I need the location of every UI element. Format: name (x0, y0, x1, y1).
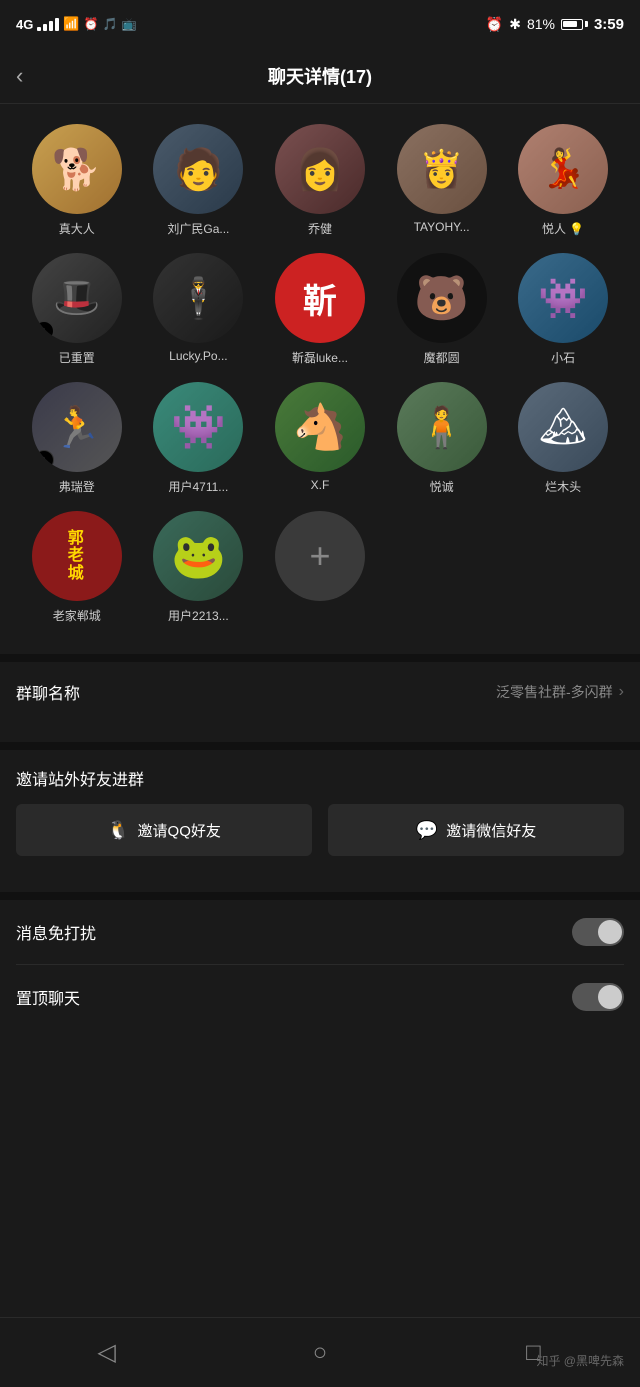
member-item[interactable]: 👾用户4711... (138, 382, 260, 495)
members-section: 🐕真大人🧑刘广民Ga...👩乔健👸TAYOHY...💃悦人 💡🎩♪已重置🕴Luc… (0, 104, 640, 634)
invite-wechat-label: 邀请微信好友 (446, 820, 536, 841)
member-name: 用户2213... (168, 607, 229, 624)
section-divider-2 (0, 742, 640, 750)
member-item[interactable]: 靳靳磊luke... (259, 253, 381, 366)
member-item[interactable]: 🐸用户2213... (138, 511, 260, 624)
signal-icon (37, 18, 59, 31)
bottom-nav: ◁ ○ □ 知乎 @黑啤先森 (0, 1317, 640, 1387)
section-divider-3 (0, 892, 640, 900)
member-name: 老家郸城 (53, 607, 101, 624)
member-name: 魔都圆 (424, 349, 460, 366)
home-nav-button[interactable]: ○ (290, 1323, 350, 1383)
tiktok-status-icon: ⏰ (84, 17, 99, 31)
qq-icon: 🐧 (107, 820, 129, 841)
member-name: 用户4711... (168, 478, 228, 495)
member-item[interactable]: 🧑刘广民Ga... (138, 124, 260, 237)
member-name: 烂木头 (545, 478, 581, 495)
member-item[interactable]: 郭老城老家郸城 (16, 511, 138, 624)
pin-row: 置顶聊天 (16, 965, 624, 1029)
header: ‹ 聊天详情(17) (0, 48, 640, 104)
music-icon: 🎵 (102, 17, 117, 31)
status-bar: 4G 📶 ⏰ 🎵 📺 ⏰ ✱ 81% 3:59 (0, 0, 640, 48)
wifi-icon: 📶 (63, 16, 79, 32)
member-name: 已重置 (59, 349, 95, 366)
group-name-row[interactable]: 群聊名称 泛零售社群-多闪群 › (16, 662, 624, 722)
member-item[interactable]: 🕴Lucky.Po... (138, 253, 260, 366)
member-name: 悦诚 (430, 478, 454, 495)
back-nav-icon: ◁ (97, 1338, 115, 1367)
member-item[interactable]: 🏃♪弗瑞登 (16, 382, 138, 495)
add-member-item[interactable]: + (259, 511, 381, 624)
pin-toggle[interactable] (572, 983, 624, 1011)
member-name: 真大人 (59, 220, 95, 237)
bottom-spacer (0, 1029, 640, 1129)
page-title: 聊天详情(17) (268, 63, 372, 89)
member-item[interactable]: 🐴X.F (259, 382, 381, 495)
member-name: 小石 (551, 349, 575, 366)
back-nav-button[interactable]: ◁ (77, 1323, 137, 1383)
invite-qq-label: 邀请QQ好友 (138, 820, 221, 841)
member-item[interactable]: 👸TAYOHY... (381, 124, 503, 237)
invite-qq-button[interactable]: 🐧 邀请QQ好友 (16, 804, 312, 856)
carrier-text: 4G (16, 17, 33, 32)
invite-section: 邀请站外好友进群 🐧 邀请QQ好友 💬 邀请微信好友 (0, 750, 640, 872)
member-item[interactable]: 🧍悦诚 (381, 382, 503, 495)
settings-section: 群聊名称 泛零售社群-多闪群 › (0, 662, 640, 722)
mute-label: 消息免打扰 (16, 920, 96, 944)
extra-icon: 📺 (121, 17, 136, 31)
tiktok-badge-icon: ♪ (34, 450, 54, 470)
battery-percent: 81% (527, 16, 555, 32)
invite-label: 邀请站外好友进群 (16, 766, 624, 790)
invite-buttons: 🐧 邀请QQ好友 💬 邀请微信好友 (16, 804, 624, 856)
alarm-icon: ⏰ (486, 16, 503, 33)
time-display: 3:59 (594, 16, 624, 33)
section-divider (0, 654, 640, 662)
member-item[interactable]: 👾小石 (502, 253, 624, 366)
status-left: 4G 📶 ⏰ 🎵 📺 (16, 16, 136, 32)
member-name: 刘广民Ga... (167, 220, 229, 237)
mute-toggle-thumb (598, 920, 622, 944)
member-name: 弗瑞登 (59, 478, 95, 495)
wechat-icon: 💬 (416, 820, 438, 841)
member-name: 乔健 (308, 220, 332, 237)
status-right: ⏰ ✱ 81% 3:59 (486, 16, 624, 33)
member-item[interactable]: 💃悦人 💡 (502, 124, 624, 237)
member-item[interactable]: 🐻魔都圆 (381, 253, 503, 366)
member-item[interactable]: 👩乔健 (259, 124, 381, 237)
group-name-value: 泛零售社群-多闪群 › (496, 682, 624, 702)
pin-label: 置顶聊天 (16, 985, 80, 1009)
mute-toggle[interactable] (572, 918, 624, 946)
chevron-right-icon: › (619, 683, 624, 701)
group-name-label: 群聊名称 (16, 680, 80, 704)
mute-row: 消息免打扰 (16, 900, 624, 965)
member-item[interactable]: 🐕真大人 (16, 124, 138, 237)
tiktok-badge-icon: ♪ (34, 321, 54, 341)
member-name: 靳磊luke... (292, 349, 348, 366)
home-nav-icon: ○ (313, 1339, 328, 1367)
members-grid: 🐕真大人🧑刘广民Ga...👩乔健👸TAYOHY...💃悦人 💡🎩♪已重置🕴Luc… (16, 124, 624, 624)
battery-icon (561, 19, 588, 30)
add-member-button[interactable]: + (275, 511, 365, 601)
member-name: Lucky.Po... (169, 349, 227, 363)
back-button[interactable]: ‹ (16, 63, 23, 89)
member-item[interactable]: 🎩♪已重置 (16, 253, 138, 366)
zhihu-credit: 知乎 @黑啤先森 (536, 1352, 624, 1369)
member-name: 悦人 💡 (542, 220, 584, 237)
member-name: TAYOHY... (414, 220, 470, 234)
invite-wechat-button[interactable]: 💬 邀请微信好友 (328, 804, 624, 856)
pin-toggle-thumb (598, 985, 622, 1009)
bluetooth-icon: ✱ (509, 16, 521, 33)
mute-section: 消息免打扰 置顶聊天 (0, 900, 640, 1029)
member-name: X.F (311, 478, 330, 492)
member-item[interactable]: 🏔烂木头 (502, 382, 624, 495)
